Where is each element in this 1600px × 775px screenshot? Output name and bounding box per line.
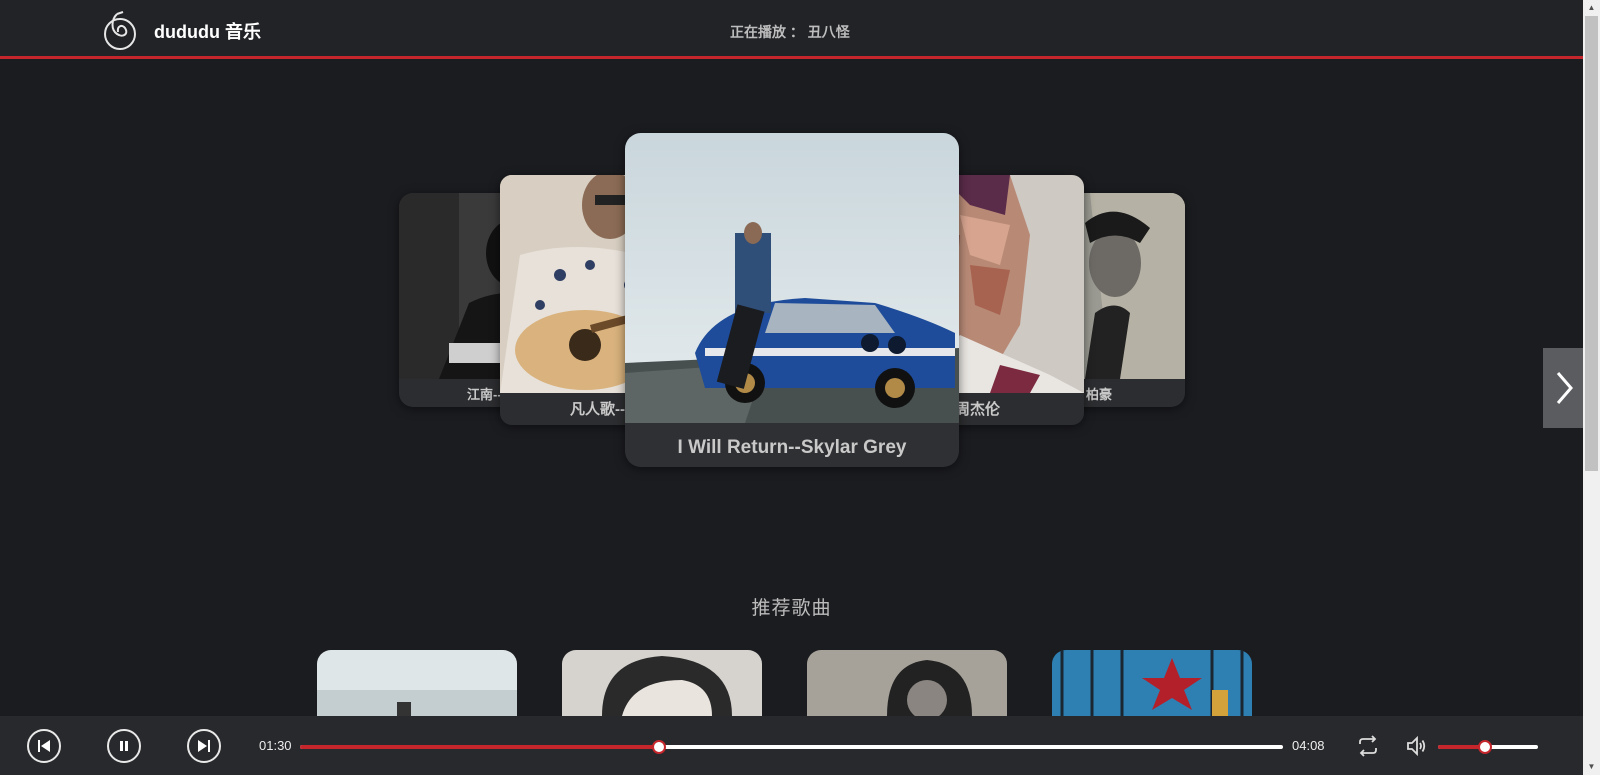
- now-playing-label: 正在播放 ：: [730, 24, 804, 40]
- progress-slider[interactable]: [300, 740, 1283, 754]
- section-title: 推荐歌曲: [751, 598, 832, 619]
- repeat-icon: [1359, 735, 1377, 757]
- scroll-up-icon[interactable]: ▲: [1583, 0, 1600, 16]
- volume-icon: [1407, 735, 1426, 757]
- repeat-button[interactable]: [1356, 734, 1380, 763]
- progress-fill: [300, 745, 659, 749]
- now-playing-title: 丑八怪: [807, 24, 850, 40]
- recommended-song-card[interactable]: [562, 650, 762, 716]
- album-art-image: [1052, 650, 1252, 716]
- volume-slider[interactable]: [1438, 740, 1538, 754]
- skip-previous-icon: [38, 740, 50, 752]
- recommended-song-card[interactable]: [317, 650, 517, 716]
- album-art-image: [317, 650, 517, 716]
- skip-next-icon: [198, 740, 210, 752]
- page-scrollbar[interactable]: ▲ ▼: [1583, 0, 1600, 775]
- pause-button[interactable]: [107, 729, 141, 763]
- top-bar: dududu 音乐 正在播放 ： 丑八怪: [0, 0, 1583, 59]
- player-bar: 01:30 04:08: [0, 716, 1583, 775]
- previous-button[interactable]: [27, 729, 61, 763]
- total-time: 04:08: [1292, 738, 1325, 753]
- music-note-logo-icon[interactable]: [103, 10, 137, 50]
- current-time: 01:30: [259, 738, 292, 753]
- brand-name[interactable]: dududu 音乐: [154, 18, 261, 44]
- now-playing: 正在播放 ： 丑八怪: [730, 22, 850, 42]
- album-art-image: [807, 650, 1007, 716]
- scrollbar-thumb[interactable]: [1585, 16, 1598, 471]
- next-button[interactable]: [187, 729, 221, 763]
- scroll-down-icon[interactable]: ▼: [1583, 759, 1600, 775]
- carousel-card-caption: I Will Return--Skylar Grey: [677, 437, 907, 458]
- progress-handle[interactable]: [651, 740, 666, 754]
- chevron-right-icon: [1556, 372, 1573, 404]
- album-art-image: [625, 133, 959, 423]
- volume-button[interactable]: [1405, 734, 1429, 763]
- volume-handle[interactable]: [1478, 740, 1492, 754]
- carousel-card-active[interactable]: I Will Return--Skylar Grey: [625, 133, 959, 467]
- album-art-image: [562, 650, 762, 716]
- pause-icon: [120, 741, 128, 751]
- recommended-song-card[interactable]: [1052, 650, 1252, 716]
- recommended-song-card[interactable]: [807, 650, 1007, 716]
- carousel-next-button[interactable]: [1543, 348, 1583, 428]
